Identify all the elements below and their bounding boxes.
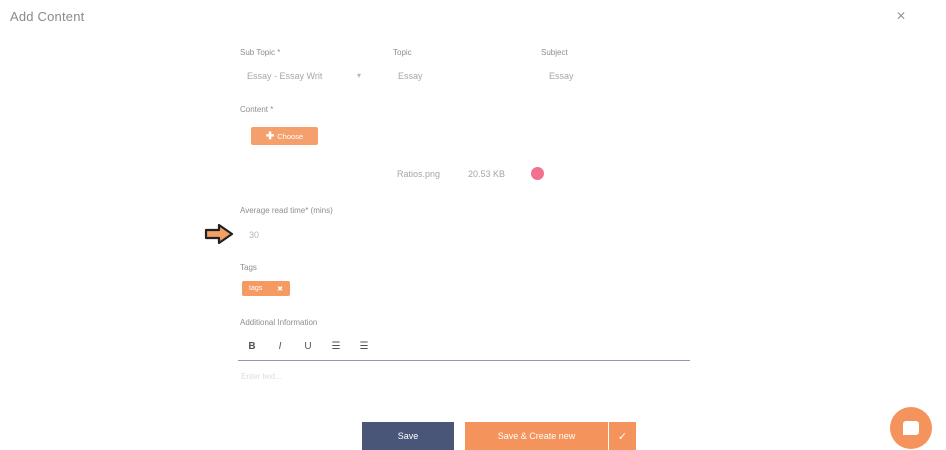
file-name: Ratios.png [397, 169, 441, 179]
editor-body[interactable]: Enter text... [238, 362, 690, 390]
close-icon[interactable]: ✕ [896, 9, 906, 23]
chat-button[interactable] [890, 407, 932, 449]
italic-button[interactable]: I [266, 341, 294, 352]
sub-topic-label: Sub Topic * [240, 48, 281, 57]
plus-icon: ✚ [265, 130, 275, 142]
read-time-value: 30 [249, 230, 260, 240]
save-button[interactable]: Save [362, 422, 454, 450]
subject-label: Subject [541, 48, 568, 57]
arrow-right-icon [204, 223, 234, 249]
chevron-down-icon: ▾ [357, 71, 362, 80]
ordered-list-button[interactable]: ☰ [322, 341, 350, 352]
bullet-list-button[interactable]: ☰ [350, 341, 378, 352]
editor-divider [238, 360, 690, 361]
editor-toolbar: B I U ☰ ☰ [238, 338, 378, 354]
subject-field: Essay [541, 68, 641, 84]
additional-info-label: Additional Information [240, 318, 318, 327]
read-time-input[interactable]: 30 [240, 227, 340, 243]
read-time-label: Average read time* (mins) [240, 206, 333, 215]
tag-remove-icon[interactable]: ✖ [277, 285, 283, 293]
topic-label: Topic [393, 48, 412, 57]
bold-button[interactable]: B [238, 341, 266, 352]
sub-topic-select[interactable]: Essay - Essay Writ ▾ [240, 68, 368, 84]
tag-chip-text: tags [249, 285, 263, 292]
choose-button[interactable]: ✚ Choose [251, 127, 318, 145]
choose-label: Choose [277, 131, 304, 141]
chevron-down-icon: ✓ [617, 430, 628, 443]
chat-icon [903, 421, 919, 435]
tag-chip: tags ✖ [242, 281, 290, 296]
save-dropdown-button[interactable]: ✓ [609, 422, 636, 450]
remove-file-icon[interactable] [531, 167, 544, 180]
sub-topic-value: Essay - Essay Writ [247, 71, 323, 81]
tags-label: Tags [240, 263, 257, 272]
content-label: Content * [240, 105, 274, 114]
save-create-button[interactable]: Save & Create new [465, 422, 608, 450]
editor-placeholder: Enter text... [241, 372, 282, 381]
topic-value: Essay [398, 71, 423, 81]
underline-button[interactable]: U [294, 341, 322, 352]
subject-value: Essay [549, 71, 574, 81]
dialog-title: Add Content [10, 9, 85, 24]
topic-field: Essay [393, 68, 493, 84]
file-size: 20.53 KB [468, 169, 506, 179]
